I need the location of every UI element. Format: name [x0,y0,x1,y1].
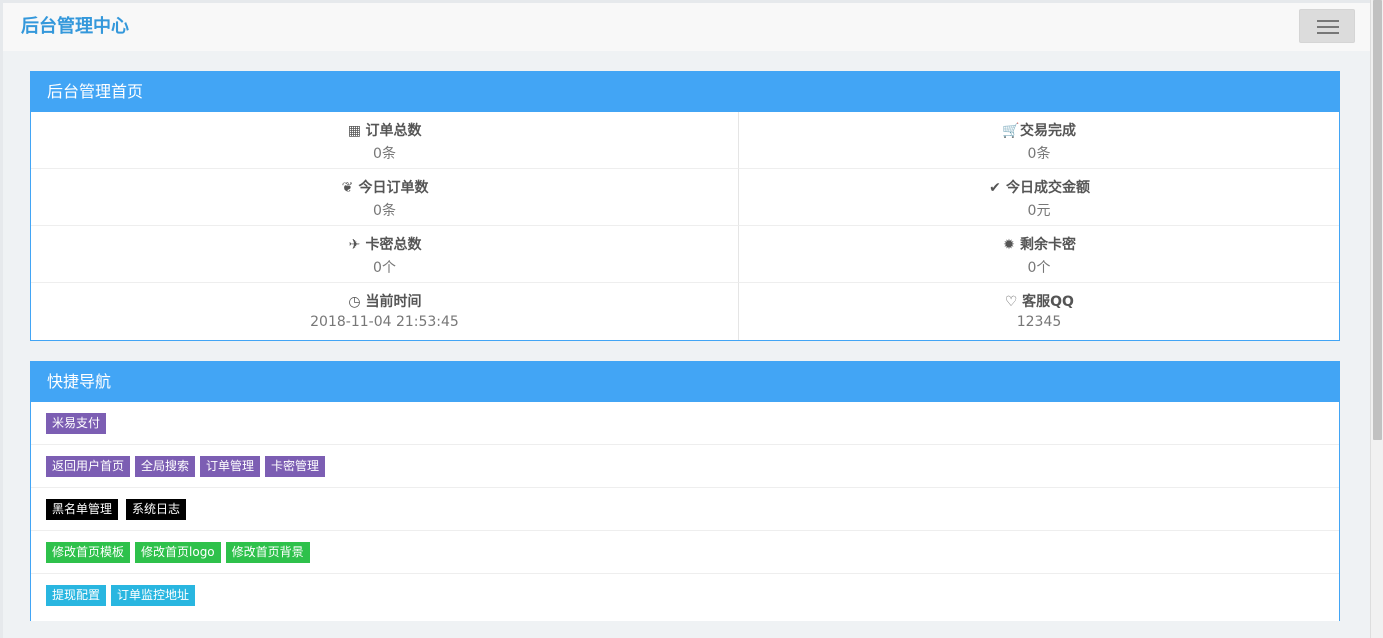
stat-value: 12345 [1016,314,1062,330]
stat-value: 2018-11-04 21:53:45 [310,314,459,330]
stat-cell: ❦ 今日订单数 0条 [31,169,739,226]
scrollbar-thumb[interactable] [1373,0,1382,440]
stat-title: ✹ 剩余卡密 [739,234,1339,254]
heart-icon: ♡ [1004,294,1018,310]
stat-cell: ▦ 订单总数 0条 [31,112,739,169]
quicknav-row: 修改首页模板 修改首页logo 修改首页背景 [31,531,1339,574]
page-frame: 后台管理中心 后台管理首页 ▦ 订单总数 0条 🛒交易完成 0条 ❦ 今日订单数 0条 ✔ 今日成… [0,0,1370,638]
stat-cell: ✈ 卡密总数 0个 [31,226,739,283]
top-navbar: 后台管理中心 [3,3,1370,51]
quicknav-link-button[interactable]: 卡密管理 [265,456,326,477]
stat-value: 0条 [373,146,396,162]
quicknav-link-button[interactable]: 修改首页背景 [225,542,310,563]
quicknav-row: 提现配置 订单监控地址 [31,574,1339,617]
plane-icon: ✈ [348,237,361,253]
quicknav-link-button[interactable]: 返回用户首页 [46,456,131,477]
quicknav-link-button[interactable]: 提现配置 [46,585,107,606]
stat-title: ◷ 当前时间 [31,291,738,311]
stat-value: 0个 [373,260,396,276]
brand-title[interactable]: 后台管理中心 [21,12,129,38]
stats-grid: ▦ 订单总数 0条 🛒交易完成 0条 ❦ 今日订单数 0条 ✔ 今日成交金额 0元 ✈ 卡密总数 0个 ✹ 剩… [31,112,1339,340]
stat-value: 0条 [1027,146,1051,162]
quicknav-link-button[interactable]: 修改首页logo [135,542,221,563]
stat-cell: ✔ 今日成交金额 0元 [739,169,1339,226]
hamburger-icon-bar [1317,20,1339,22]
stat-value: 0元 [1027,203,1051,219]
stat-value: 0个 [1027,260,1051,276]
clock-icon: ◷ [348,294,361,310]
quicknav-row: 米易支付 [31,402,1339,445]
stat-label: 卡密总数 [365,237,422,253]
quicknav-list: 米易支付 返回用户首页 全局搜索 订单管理 卡密管理 黑名单管理 系统日志 修改首页模板 修改首… [31,402,1339,617]
quicknav-row: 黑名单管理 系统日志 [31,488,1339,531]
stat-label: 今日成交金额 [1006,180,1090,196]
quicknav-link-button[interactable]: 订单监控地址 [111,585,196,606]
stat-title: ❦ 今日订单数 [31,177,738,197]
quicknav-row: 返回用户首页 全局搜索 订单管理 卡密管理 [31,445,1339,488]
stat-value: 0条 [373,203,396,219]
certificate-icon: ✹ [1003,237,1015,253]
dashboard-panel-title: 后台管理首页 [31,72,1339,112]
quicknav-link-button[interactable]: 订单管理 [200,456,261,477]
dashboard-panel: 后台管理首页 ▦ 订单总数 0条 🛒交易完成 0条 ❦ 今日订单数 0条 ✔ 今日成交金额 0元 ✈ 卡… [30,71,1340,341]
stat-cell: 🛒交易完成 0条 [739,112,1339,169]
stat-cell: ✹ 剩余卡密 0个 [739,226,1339,283]
quicknav-link-button[interactable]: 修改首页模板 [46,542,131,563]
stat-title: 🛒交易完成 [739,120,1339,140]
check-icon: ✔ [989,180,1001,196]
stat-label: 今日订单数 [358,180,429,196]
quicknav-link-button[interactable]: 全局搜索 [135,456,196,477]
quicknav-link-button[interactable]: 系统日志 [126,499,187,520]
stat-label: 交易完成 [1020,123,1076,139]
hamburger-icon-bar [1317,26,1339,28]
cart-icon: 🛒 [1002,123,1020,139]
vertical-scrollbar[interactable] [1370,0,1383,638]
stat-label: 客服QQ [1022,294,1074,310]
stat-title: ♡ 客服QQ [739,291,1339,311]
quicknav-link-button[interactable]: 米易支付 [46,413,107,434]
stat-title: ▦ 订单总数 [31,120,738,140]
stat-title: ✈ 卡密总数 [31,234,738,254]
stat-label: 当前时间 [365,294,422,310]
stat-cell: ♡ 客服QQ 12345 [739,283,1339,340]
stat-label: 剩余卡密 [1020,237,1076,253]
quicknav-panel: 快捷导航 米易支付 返回用户首页 全局搜索 订单管理 卡密管理 黑名单管理 系统日志 修改首页… [30,361,1340,621]
stat-title: ✔ 今日成交金额 [739,177,1339,197]
menu-toggle-button[interactable] [1299,9,1355,43]
stat-label: 订单总数 [365,123,422,139]
stat-cell: ◷ 当前时间 2018-11-04 21:53:45 [31,283,739,340]
hamburger-icon-bar [1317,32,1339,34]
leaf-icon: ❦ [341,180,354,196]
grid-icon: ▦ [347,123,362,139]
quicknav-link-button[interactable]: 黑名单管理 [46,499,119,520]
quicknav-panel-title: 快捷导航 [31,362,1339,402]
